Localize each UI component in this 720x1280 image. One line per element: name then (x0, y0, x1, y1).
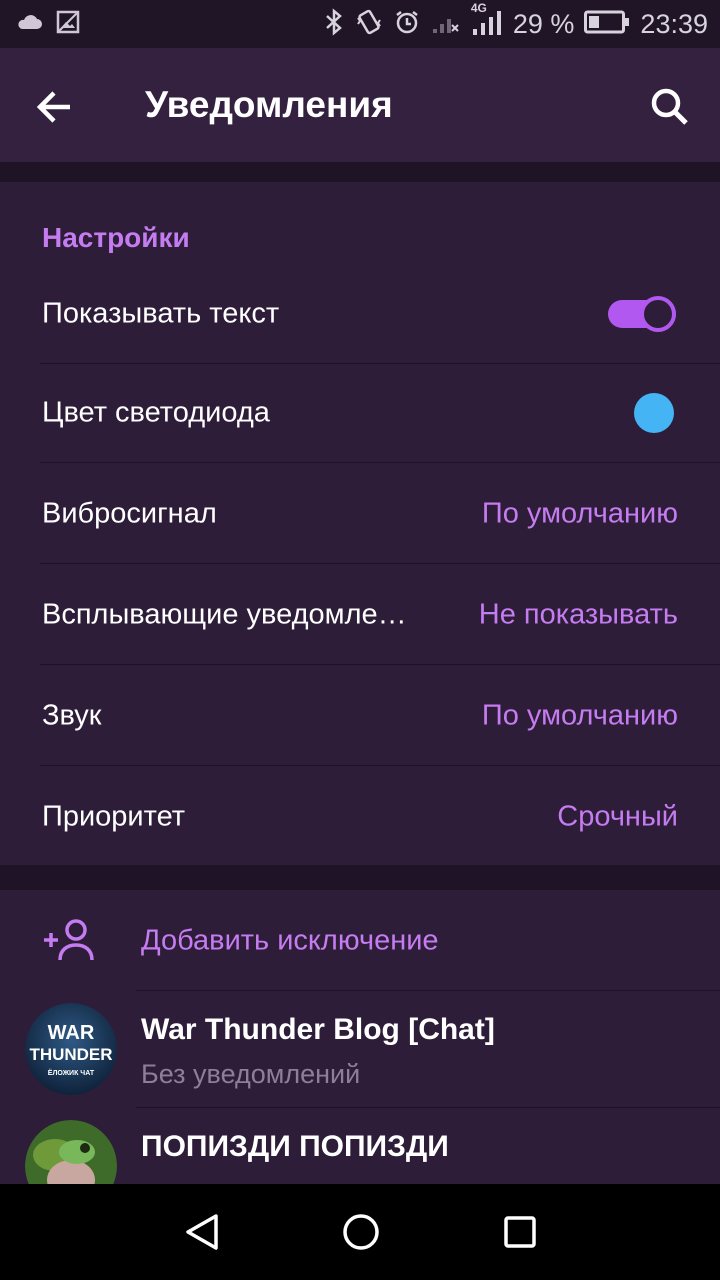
page-title: Уведомления (145, 84, 393, 125)
bluetooth-icon (323, 7, 345, 41)
add-user-icon (44, 919, 94, 961)
settings-card: Настройки Показывать текст Цвет светодио… (0, 182, 720, 865)
image-icon (56, 10, 80, 39)
setting-led-color[interactable]: Цвет светодиода (0, 362, 720, 463)
vibrate-icon (355, 8, 383, 41)
signal-icon: 4G (471, 1, 503, 42)
exception-chat-item[interactable]: WAR THUNDER ЁЛОЖИК ЧАТ War Thunder Blog … (0, 991, 720, 1108)
network-type-label: 4G (470, 0, 487, 15)
setting-label: Показывать текст (42, 297, 280, 329)
section-title: Настройки (42, 222, 190, 253)
navigation-bar (0, 1184, 720, 1280)
setting-popup[interactable]: Всплывающие уведомле… Не показывать (0, 564, 720, 665)
arrow-back-icon (36, 91, 70, 123)
toggle-thumb (640, 295, 676, 332)
back-button[interactable] (30, 83, 78, 131)
section-gap (0, 865, 720, 890)
search-button[interactable] (646, 83, 694, 131)
setting-vibrate[interactable]: Вибросигнал По умолчанию (0, 463, 720, 564)
setting-label: Всплывающие уведомле… (42, 598, 407, 630)
setting-value: Срочный (557, 800, 678, 832)
chat-name: War Thunder Blog [Chat] (141, 1013, 495, 1046)
exception-chat-item[interactable]: ПОПИЗДИ ПОПИЗДИ (0, 1108, 720, 1184)
avatar-text-2: THUNDER (29, 1045, 112, 1064)
add-exception-button[interactable]: Добавить исключение (0, 890, 720, 991)
setting-value: По умолчанию (481, 699, 678, 731)
avatar: WAR THUNDER ЁЛОЖИК ЧАТ (25, 1003, 117, 1095)
setting-value: По умолчанию (481, 497, 678, 529)
led-color-swatch (634, 392, 674, 433)
app-bar: Уведомления (0, 48, 720, 162)
nav-recents-button[interactable] (500, 1212, 540, 1252)
show-text-toggle[interactable] (608, 295, 676, 332)
section-gap (0, 162, 720, 182)
setting-label: Вибросигнал (42, 497, 217, 529)
setting-label: Цвет светодиода (42, 396, 270, 428)
back-triangle-icon (186, 1214, 218, 1250)
search-icon (651, 88, 688, 125)
chat-status: Без уведомлений (141, 1059, 361, 1089)
signal-off-icon (431, 9, 461, 40)
setting-value: Не показывать (478, 598, 678, 630)
battery-percent: 29 % (512, 8, 575, 39)
setting-show-text[interactable]: Показывать текст (0, 263, 720, 364)
cloud-icon (16, 13, 42, 36)
clock: 23:39 (640, 8, 708, 39)
setting-priority[interactable]: Приоритет Срочный (0, 766, 720, 867)
setting-label: Приоритет (42, 800, 186, 832)
nav-back-button[interactable] (182, 1212, 222, 1252)
avatar-text-1: WAR (48, 1022, 95, 1044)
add-exception-label: Добавить исключение (141, 924, 439, 956)
nav-home-button[interactable] (341, 1212, 381, 1252)
status-bar: 4G 29 % 23:39 (0, 0, 720, 48)
avatar-text-3: ЁЛОЖИК ЧАТ (48, 1069, 95, 1077)
battery-icon (584, 10, 630, 39)
avatar (25, 1120, 117, 1184)
setting-sound[interactable]: Звук По умолчанию (0, 665, 720, 766)
exceptions-card: Добавить исключение WAR THUNDER ЁЛОЖИК Ч… (0, 890, 720, 1184)
alarm-icon (393, 8, 421, 41)
recents-square-icon (504, 1216, 536, 1248)
home-circle-icon (343, 1214, 379, 1250)
chat-name: ПОПИЗДИ ПОПИЗДИ (141, 1130, 449, 1163)
setting-label: Звук (42, 699, 102, 731)
